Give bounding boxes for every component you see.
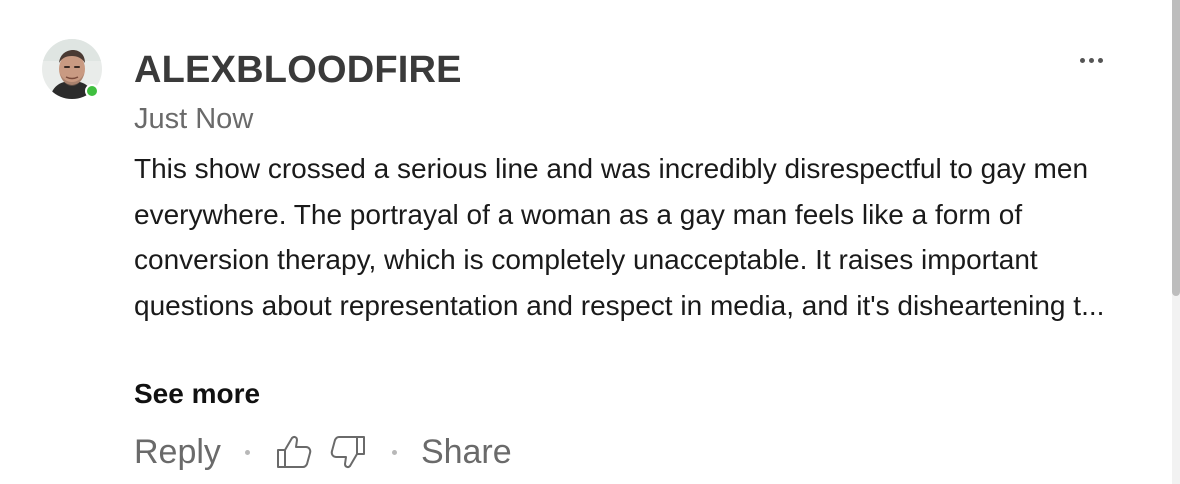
share-button[interactable]: Share — [421, 428, 512, 476]
comment-timestamp: Just Now — [134, 103, 254, 135]
dislike-button[interactable] — [328, 432, 368, 472]
scrollbar-thumb[interactable] — [1172, 0, 1180, 296]
more-horizontal-icon-dot — [1097, 57, 1103, 63]
like-button[interactable] — [274, 432, 314, 472]
thumbs-up-icon — [276, 435, 312, 468]
thumbs-down-icon — [330, 436, 365, 469]
comment-body: This show crossed a serious line and was… — [134, 153, 1105, 321]
scrollbar-track[interactable] — [1172, 0, 1180, 484]
comment-card: ALEXBLOODFIRE Just Now This show crossed… — [0, 0, 1180, 484]
comment-actions: Reply Share — [134, 428, 512, 476]
action-separator — [391, 449, 397, 455]
more-options-button[interactable] — [1074, 48, 1108, 72]
more-horizontal-icon-dot — [1088, 57, 1094, 63]
more-horizontal-icon — [1079, 57, 1085, 63]
see-more-link[interactable]: See more — [134, 374, 260, 414]
comment-author[interactable]: ALEXBLOODFIRE — [134, 47, 462, 93]
action-separator — [244, 449, 250, 455]
online-status-dot — [85, 84, 99, 98]
reply-button[interactable]: Reply — [134, 428, 221, 476]
